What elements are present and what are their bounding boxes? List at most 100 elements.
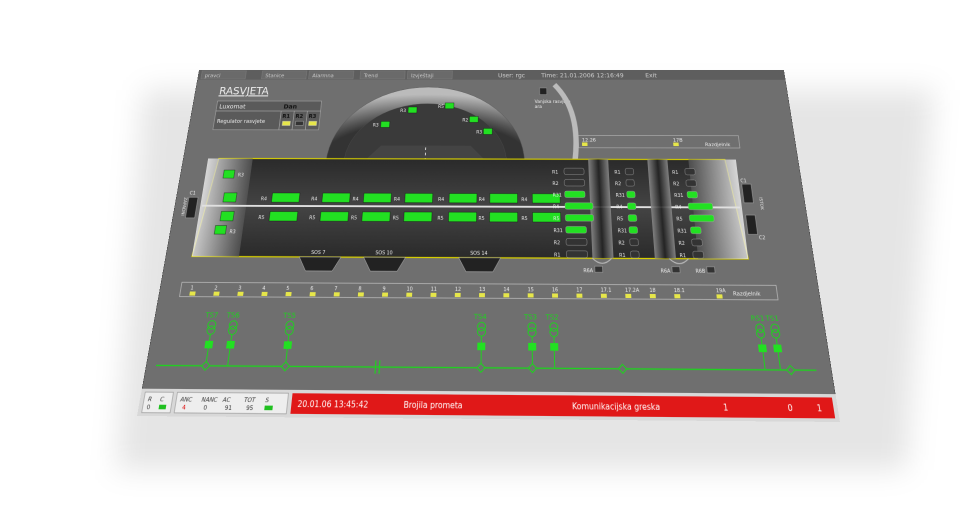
mid-lamp[interactable] — [566, 238, 587, 245]
reg-led[interactable] — [295, 121, 303, 125]
mid-lamp[interactable] — [564, 168, 584, 174]
right-lamp-b[interactable] — [689, 215, 714, 222]
bus-led[interactable] — [600, 293, 607, 298]
arch-lamp[interactable] — [381, 121, 390, 127]
tunnel-lamp-r4[interactable] — [449, 193, 477, 202]
r6-lamp[interactable] — [672, 267, 680, 273]
breaker[interactable] — [757, 344, 768, 353]
bus-led[interactable] — [527, 293, 534, 298]
right-lamp-b[interactable] — [690, 227, 701, 234]
bus-led[interactable] — [237, 291, 244, 296]
tunnel-lamp-r5[interactable] — [362, 212, 391, 222]
alarm-datetime: 20.01.06 13:45:42 — [297, 400, 369, 410]
tunnel-lamp-r5[interactable] — [220, 211, 234, 220]
right-lamp-a[interactable] — [630, 251, 639, 258]
right-lamp-b[interactable] — [685, 168, 696, 174]
mid-lamp[interactable] — [565, 203, 593, 210]
tunnel-lamp-r4[interactable] — [405, 193, 433, 202]
mid-lamp[interactable] — [564, 180, 584, 186]
breaker[interactable] — [204, 340, 214, 349]
bus-led[interactable] — [454, 292, 461, 298]
arch-lamp[interactable] — [469, 116, 478, 122]
breaker[interactable] — [528, 342, 537, 351]
tunnel-lamp-r5[interactable] — [404, 212, 432, 222]
bus-led[interactable] — [309, 292, 316, 297]
bus-led[interactable] — [503, 293, 510, 298]
bus-led[interactable] — [285, 292, 292, 297]
range-right-led — [673, 142, 679, 147]
tunnel-lamp-r5[interactable] — [269, 212, 298, 222]
tunnel-tube — [192, 158, 748, 259]
right-lamp-b[interactable] — [688, 203, 713, 210]
bus-led[interactable] — [649, 293, 656, 299]
right-lamp-a[interactable] — [627, 191, 636, 198]
right-lamp-a[interactable] — [628, 215, 637, 222]
counter-value: 91 — [224, 404, 232, 412]
r6-lamp[interactable] — [595, 266, 603, 272]
tunnel-lamp-r4[interactable] — [271, 193, 300, 202]
bus-led[interactable] — [576, 293, 583, 298]
right-lamp-b[interactable] — [687, 191, 698, 198]
reg-led[interactable] — [282, 121, 290, 125]
right-lamp-b[interactable] — [691, 239, 702, 246]
right-lamp-a-label: R31 — [618, 228, 628, 234]
right-lamp-b[interactable] — [686, 180, 697, 186]
tunnel-lamp[interactable] — [223, 170, 235, 178]
right-lamp-a[interactable] — [629, 227, 638, 234]
bus-led[interactable] — [716, 294, 723, 299]
arch-lamp-label: R5 — [438, 104, 444, 109]
breaker[interactable] — [477, 342, 486, 351]
luxomat-table: Luxomat Dan Regulator rasvjete R1 R2 R3 — [213, 101, 322, 130]
bus-led[interactable] — [261, 291, 268, 297]
tunnel-lamp-r4[interactable] — [363, 193, 391, 202]
breaker[interactable] — [283, 341, 293, 349]
mid-lamp[interactable] — [565, 214, 593, 221]
tunnel-label-top: R3 — [237, 172, 244, 177]
tunnel-lamp-r5[interactable] — [448, 212, 476, 222]
breaker[interactable] — [773, 344, 783, 353]
exit-button[interactable]: Exit — [645, 73, 658, 79]
tunnel-row1-label: R4 — [479, 197, 486, 203]
toolbar-item-label: Izvještaji — [411, 72, 434, 79]
scada-panel: pravci Stanice Alarmna Trend Izvještaji User… — [137, 69, 840, 422]
mid-lamp[interactable] — [566, 251, 587, 258]
arch-lamp[interactable] — [483, 128, 492, 134]
tunnel-lamp[interactable] — [214, 226, 226, 235]
mid-lamp[interactable] — [565, 191, 586, 198]
right-lamp-a[interactable] — [630, 239, 639, 246]
mid-lamp-label: R1 — [554, 252, 561, 258]
tunnel-lamp-r4[interactable] — [223, 193, 237, 202]
reg-column-label: R3 — [308, 114, 317, 120]
bus-led[interactable] — [479, 293, 485, 298]
bus-led[interactable] — [430, 292, 437, 297]
bus-led[interactable] — [357, 292, 364, 297]
right-lamp-a[interactable] — [627, 203, 636, 210]
bus-led[interactable] — [674, 294, 681, 299]
breaker[interactable] — [550, 343, 559, 351]
arch-lamp[interactable] — [445, 103, 454, 109]
bus-led[interactable] — [333, 292, 340, 297]
tunnel-lamp-r5[interactable] — [320, 212, 349, 222]
tunnel-lamp-r5[interactable] — [490, 212, 518, 222]
right-lamp-a[interactable] — [625, 168, 634, 174]
bus-led[interactable] — [189, 291, 196, 296]
r6-lamp[interactable] — [707, 267, 715, 273]
bus-led[interactable] — [552, 293, 559, 298]
bus-number: 11 — [431, 286, 438, 292]
breaker[interactable] — [226, 340, 235, 349]
right-lamp-a[interactable] — [626, 180, 635, 186]
mid-lamp[interactable] — [566, 226, 587, 233]
arch-lamp[interactable] — [408, 107, 417, 113]
bus-number: 10 — [406, 286, 413, 292]
reg-led[interactable] — [308, 121, 316, 125]
arch-lamp-label: R3 — [400, 108, 407, 113]
right-lamp-b[interactable] — [693, 251, 704, 258]
bus-led[interactable] — [213, 291, 220, 296]
bus-led[interactable] — [382, 292, 389, 297]
bus-led[interactable] — [625, 293, 632, 299]
bus-led[interactable] — [406, 292, 413, 297]
alarm-v1: 1 — [723, 404, 729, 414]
tunnel-lamp-r4[interactable] — [322, 193, 350, 202]
counter-label: ANC — [178, 396, 193, 404]
tunnel-lamp-r4[interactable] — [490, 194, 518, 203]
